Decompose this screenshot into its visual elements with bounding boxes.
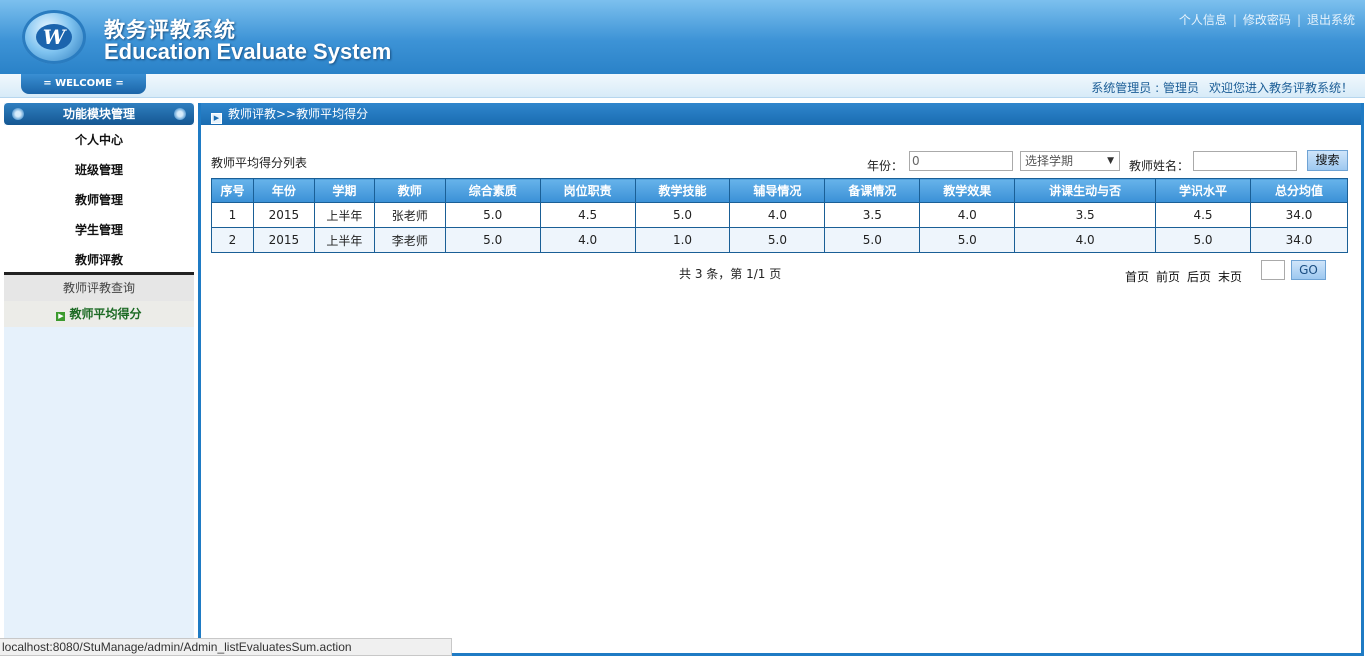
bullet-icon bbox=[12, 108, 24, 120]
table-header-row: 序号 年份 学期 教师 综合素质 岗位职责 教学技能 辅导情况 备课情况 教学效… bbox=[211, 178, 1349, 203]
submenu-item-evaluation-query[interactable]: 教师评教查询 bbox=[4, 275, 194, 301]
table-cell: 上半年 bbox=[313, 202, 375, 228]
table-cell: 4.0 bbox=[919, 202, 1016, 228]
search-button[interactable]: 搜索 bbox=[1307, 150, 1348, 171]
chevron-down-icon: ▼ bbox=[1107, 156, 1114, 166]
submenu-item-average-score[interactable]: ▶ 教师平均得分 bbox=[4, 301, 194, 327]
col-header: 岗位职责 bbox=[539, 178, 636, 203]
top-links: 个人信息 | 修改密码 | 退出系统 bbox=[1179, 11, 1355, 28]
header: W 教务评教系统 Education Evaluate System 个人信息 |… bbox=[0, 0, 1365, 74]
app-title-en: Education Evaluate System bbox=[104, 39, 392, 64]
table-cell: 1.0 bbox=[634, 227, 731, 253]
link-profile[interactable]: 个人信息 bbox=[1179, 13, 1227, 27]
table-cell: 2015 bbox=[252, 202, 315, 228]
breadcrumb-text: 教师评教>>教师平均得分 bbox=[228, 107, 369, 121]
sidebar-heading: 功能模块管理 bbox=[4, 103, 194, 125]
table-cell: 2015 bbox=[252, 227, 315, 253]
semester-select-value: 选择学期 bbox=[1025, 154, 1074, 168]
col-header: 备课情况 bbox=[824, 178, 921, 203]
breadcrumb: ▶ 教师评教>>教师平均得分 bbox=[201, 103, 1361, 125]
table-cell: 4.0 bbox=[729, 202, 826, 228]
col-header: 学识水平 bbox=[1155, 178, 1251, 203]
logo: W bbox=[22, 10, 86, 64]
sidebar-submenu: 教师评教查询 ▶ 教师平均得分 bbox=[4, 275, 194, 327]
table-cell: 2 bbox=[211, 227, 254, 253]
table-cell: 张老师 bbox=[373, 202, 446, 228]
sidebar-heading-label: 功能模块管理 bbox=[62, 107, 135, 121]
teacher-name-input[interactable] bbox=[1193, 151, 1297, 171]
pager-next[interactable]: 后页 bbox=[1187, 270, 1211, 284]
link-separator: | bbox=[1232, 13, 1237, 27]
col-header: 教学技能 bbox=[634, 178, 731, 203]
table-cell: 4.5 bbox=[539, 202, 636, 228]
col-header: 教学效果 bbox=[919, 178, 1016, 203]
pager-prev[interactable]: 前页 bbox=[1156, 270, 1180, 284]
table-cell: 3.5 bbox=[1014, 202, 1157, 228]
col-header: 辅导情况 bbox=[729, 178, 826, 203]
link-logout[interactable]: 退出系统 bbox=[1307, 13, 1355, 27]
table-cell: 34.0 bbox=[1249, 202, 1349, 228]
list-title: 教师平均得分列表 bbox=[211, 156, 308, 170]
table-cell: 5.0 bbox=[919, 227, 1016, 253]
col-header: 序号 bbox=[211, 178, 254, 203]
table-cell: 上半年 bbox=[313, 227, 375, 253]
welcome-bar: = WELCOME = 系统管理员 : 管理员 欢迎您进入教务评教系统！ bbox=[0, 74, 1365, 98]
sidebar-item-teacher-management[interactable]: 教师管理 bbox=[4, 185, 194, 215]
greeting-text: 欢迎您进入教务评教系统！ bbox=[1208, 81, 1353, 95]
semester-select[interactable]: 选择学期 ▼ bbox=[1020, 151, 1120, 171]
table-cell: 34.0 bbox=[1249, 227, 1349, 253]
col-header: 综合素质 bbox=[444, 178, 541, 203]
col-header: 总分均值 bbox=[1249, 178, 1349, 203]
bullet-icon bbox=[174, 108, 186, 120]
welcome-tab: = WELCOME = bbox=[21, 74, 146, 94]
table-cell: 3.5 bbox=[824, 202, 921, 228]
sidebar-item-teacher-evaluation[interactable]: 教师评教 bbox=[4, 245, 194, 275]
current-user-role: 系统管理员 : 管理员 bbox=[1091, 81, 1199, 95]
arrow-right-icon: ▶ bbox=[56, 312, 66, 321]
col-header: 年份 bbox=[252, 178, 315, 203]
main-panel: ▶ 教师评教>>教师平均得分 教师平均得分列表 年份： 0 选择学期 ▼ 教师姓名：… bbox=[198, 103, 1364, 656]
table-cell: 5.0 bbox=[824, 227, 921, 253]
table-cell: 4.0 bbox=[539, 227, 636, 253]
table-cell: 5.0 bbox=[444, 202, 541, 228]
go-button[interactable]: GO bbox=[1291, 260, 1326, 280]
link-change-password[interactable]: 修改密码 bbox=[1243, 13, 1291, 27]
pager-first[interactable]: 首页 bbox=[1125, 270, 1149, 284]
sidebar-item-student-management[interactable]: 学生管理 bbox=[4, 215, 194, 245]
pager-info: 共 3 条，第 1/1 页 bbox=[679, 267, 782, 281]
table-cell: 4.0 bbox=[1014, 227, 1157, 253]
col-header: 教师 bbox=[373, 178, 446, 203]
table-cell: 4.5 bbox=[1155, 202, 1251, 228]
pager: 首页 前页 后页 末页 bbox=[1125, 268, 1249, 285]
score-table: 序号 年份 学期 教师 综合素质 岗位职责 教学技能 辅导情况 备课情况 教学效… bbox=[211, 178, 1349, 253]
teacher-name-label: 教师姓名： bbox=[1129, 159, 1190, 173]
submenu-item-label: 教师平均得分 bbox=[69, 307, 142, 321]
page-number-input[interactable] bbox=[1261, 260, 1285, 280]
pager-last[interactable]: 末页 bbox=[1218, 270, 1242, 284]
year-input[interactable]: 0 bbox=[909, 151, 1013, 171]
table-row: 1 2015 上半年 张老师 5.0 4.5 5.0 4.0 3.5 4.0 3… bbox=[211, 202, 1349, 228]
table-cell: 5.0 bbox=[444, 227, 541, 253]
table-cell: 5.0 bbox=[634, 202, 731, 228]
year-label: 年份： bbox=[867, 159, 904, 173]
table-cell: 李老师 bbox=[373, 227, 446, 253]
welcome-message: 系统管理员 : 管理员 欢迎您进入教务评教系统！ bbox=[1081, 79, 1353, 96]
link-separator: | bbox=[1296, 13, 1301, 27]
sidebar-item-personal-center[interactable]: 个人中心 bbox=[4, 125, 194, 155]
table-cell: 1 bbox=[211, 202, 254, 228]
browser-status-bar: localhost:8080/StuManage/admin/Admin_lis… bbox=[0, 638, 452, 656]
sidebar-item-class-management[interactable]: 班级管理 bbox=[4, 155, 194, 185]
table-row: 2 2015 上半年 李老师 5.0 4.0 1.0 5.0 5.0 5.0 4… bbox=[211, 227, 1349, 253]
table-cell: 5.0 bbox=[1155, 227, 1251, 253]
arrow-right-icon: ▶ bbox=[211, 113, 222, 124]
table-cell: 5.0 bbox=[729, 227, 826, 253]
filter-bar: 教师平均得分列表 年份： 0 选择学期 ▼ 教师姓名： 搜索 bbox=[211, 149, 1351, 173]
col-header: 讲课生动与否 bbox=[1014, 178, 1157, 203]
sidebar: 功能模块管理 个人中心 班级管理 教师管理 学生管理 教师评教 教师评教查询 ▶… bbox=[4, 103, 194, 656]
col-header: 学期 bbox=[313, 178, 375, 203]
